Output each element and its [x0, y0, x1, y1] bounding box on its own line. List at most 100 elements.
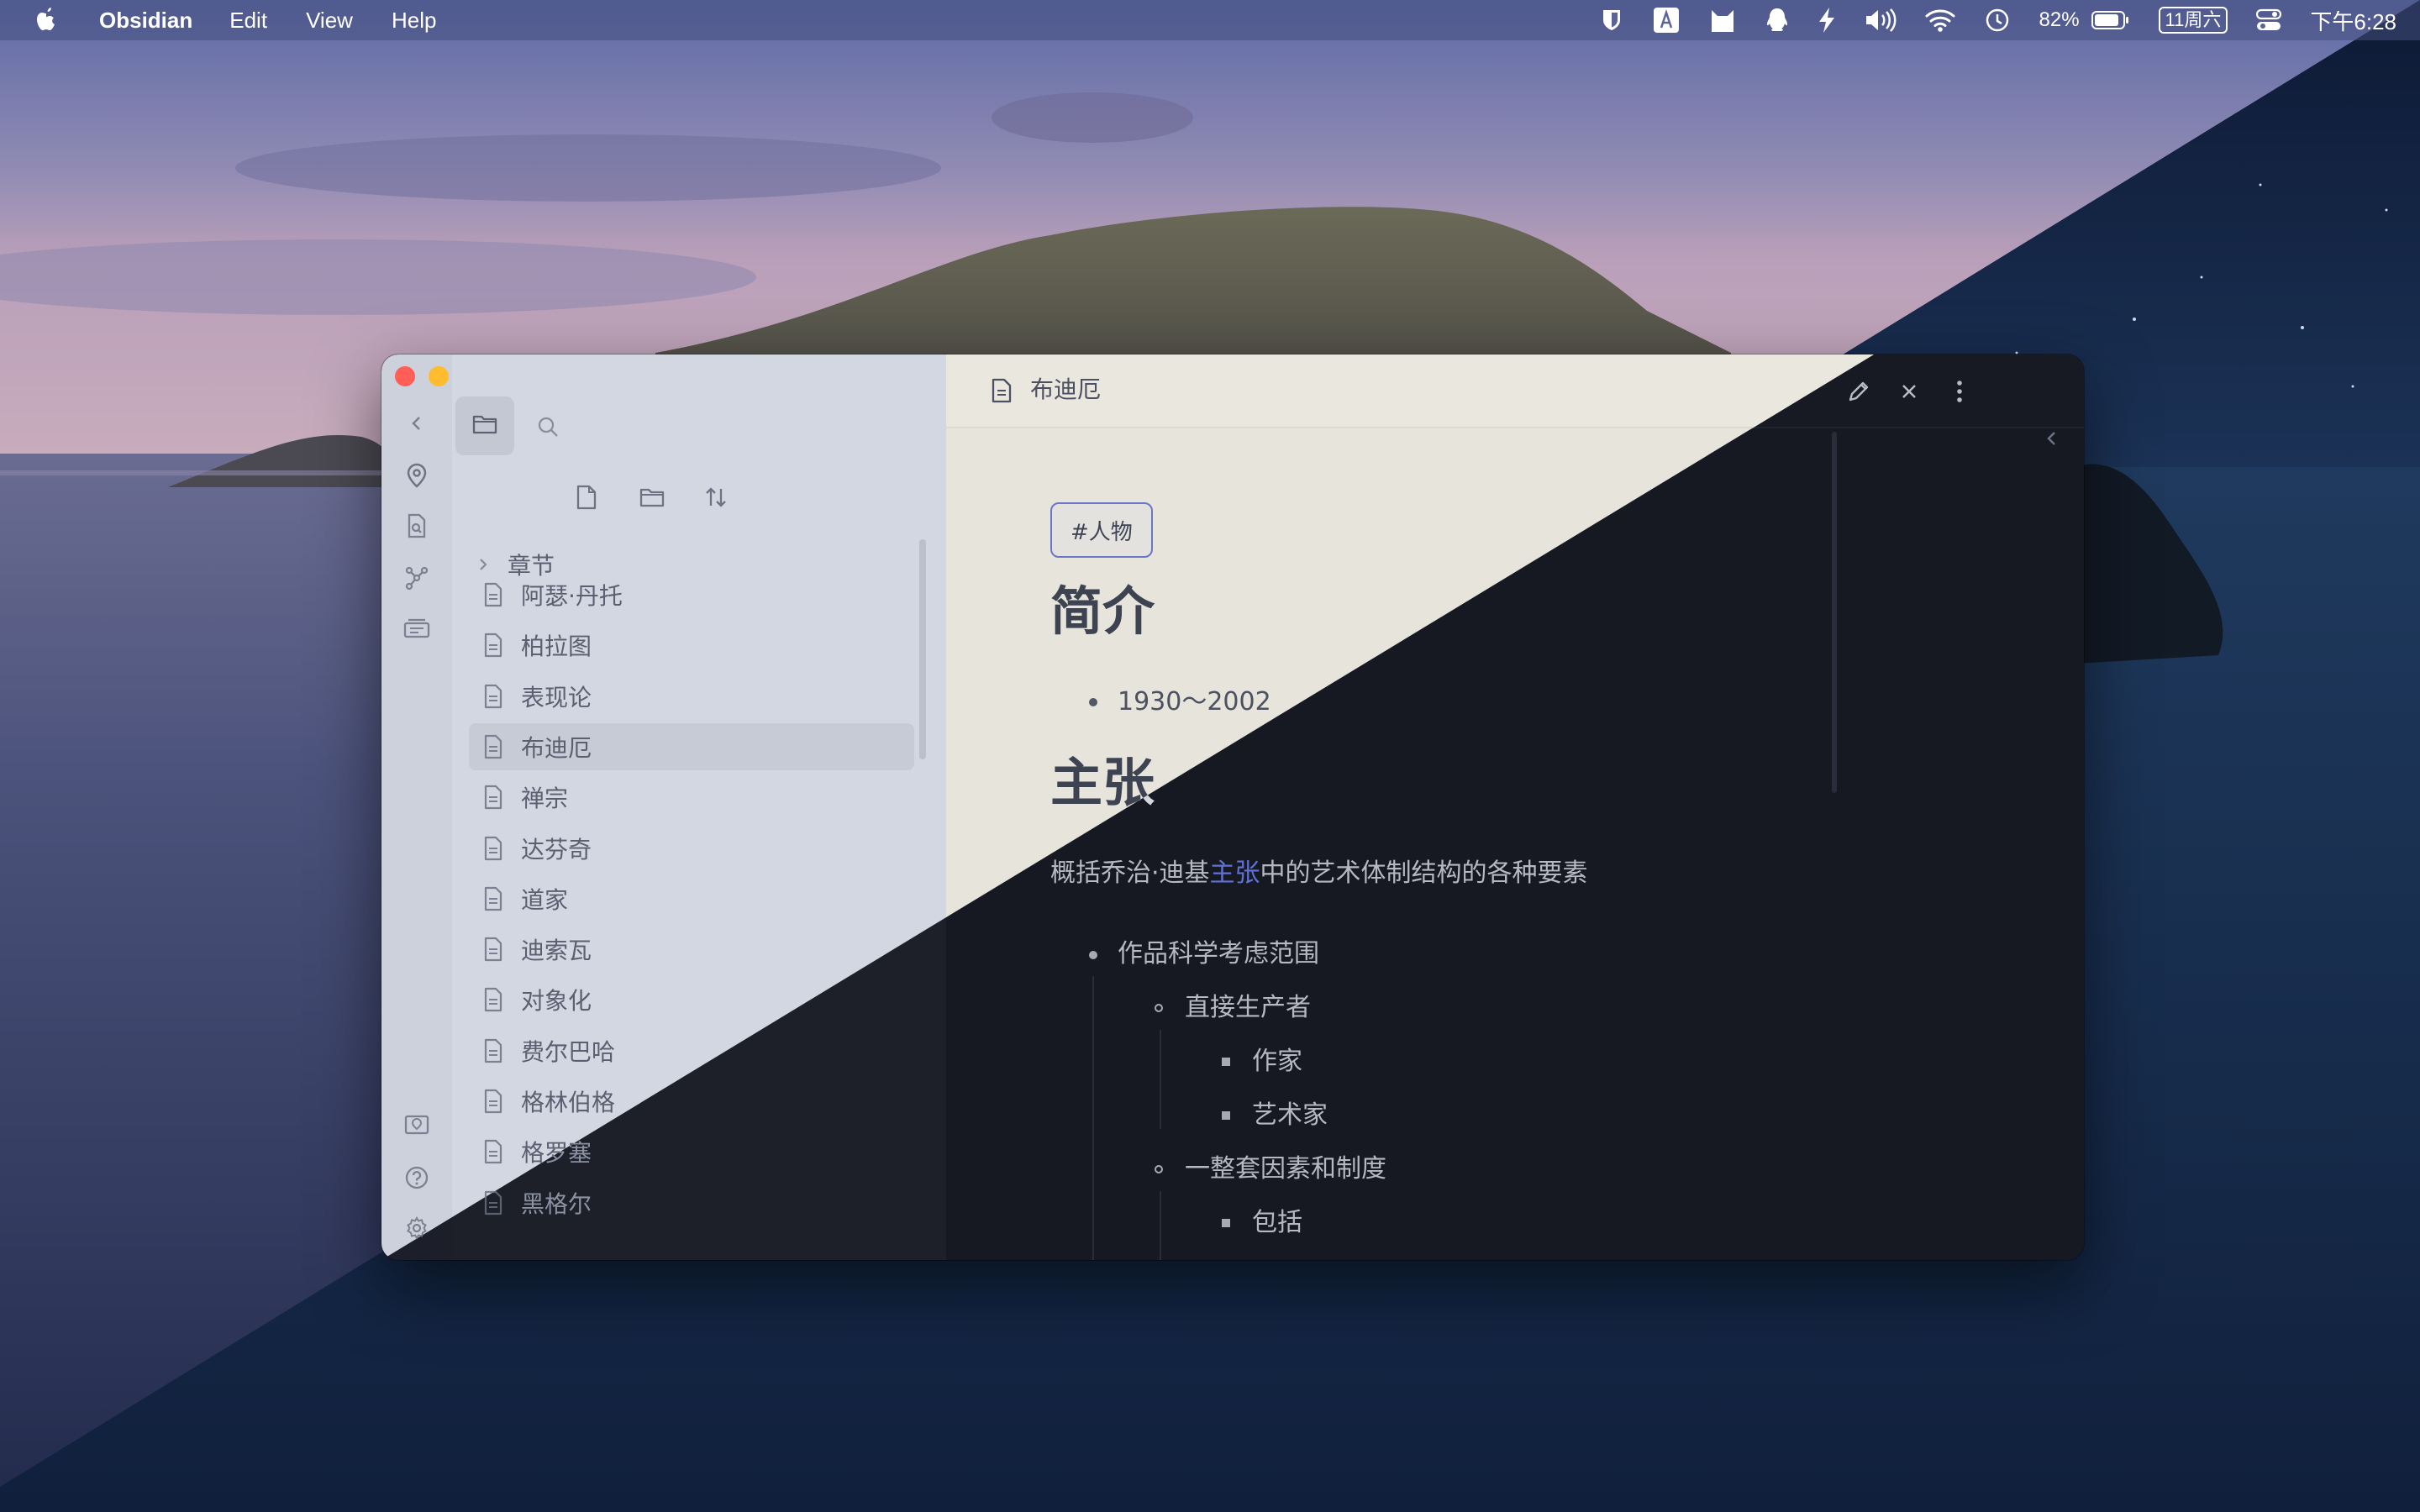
file-label: 柏拉图: [521, 633, 592, 661]
edit-menu[interactable]: Edit: [229, 8, 267, 34]
file-label: 迪索瓦: [521, 937, 592, 965]
menu-bar: Obsidian Edit View Help 82% 11周六 下午6:28: [0, 0, 2420, 40]
control-center-icon[interactable]: [2256, 0, 2282, 40]
file-icon: [477, 780, 509, 814]
cat-icon[interactable]: [1708, 0, 1737, 40]
file-label: 道家: [521, 885, 569, 914]
list-bullet: [1155, 1004, 1163, 1012]
file-label: 布迪厄: [521, 733, 592, 762]
paragraph-text: 概括乔治·迪基: [1050, 858, 1210, 888]
search-file-icon[interactable]: [400, 509, 434, 543]
ribbon: [381, 354, 482, 1260]
search-icon[interactable]: [531, 410, 565, 444]
file-icon: [477, 882, 509, 916]
list-item: 包括: [1252, 1208, 1302, 1237]
file-item[interactable]: 禅宗: [469, 774, 914, 821]
list-item: 一整套因素和制度: [1185, 1154, 1386, 1184]
file-item[interactable]: 表现论: [469, 673, 914, 720]
sort-icon[interactable]: [699, 480, 733, 514]
file-explorer-tab[interactable]: [455, 396, 514, 455]
close-icon[interactable]: [1892, 375, 1926, 408]
minimize-window-button[interactable]: [429, 366, 449, 386]
indent-guide: [1160, 1191, 1161, 1260]
file-item[interactable]: 达芬奇: [469, 825, 914, 872]
date-badge[interactable]: 11周六: [2158, 7, 2228, 34]
file-icon: [477, 983, 509, 1016]
edit-icon[interactable]: [1842, 375, 1876, 408]
file-icon: [477, 832, 509, 865]
help-icon[interactable]: [400, 1161, 434, 1194]
obsidian-window: 阿瑟·丹托柏拉图表现论布迪厄禅宗达芬奇道家迪索瓦对象化费尔巴哈格林伯格格罗塞黑格…: [381, 354, 2084, 1260]
file-label: 禅宗: [521, 785, 569, 813]
menubar-clock[interactable]: 下午6:28: [2310, 5, 2396, 36]
list-item: 直接生产者: [1185, 993, 1311, 1022]
file-label: 阿瑟·丹托: [521, 582, 623, 610]
file-icon: [477, 628, 509, 662]
file-icon: [477, 578, 509, 612]
graph-icon[interactable]: [400, 561, 434, 595]
list-item: 作品科学考虑范围: [1118, 939, 1319, 969]
help-menu[interactable]: Help: [392, 8, 436, 34]
file-item[interactable]: 道家: [469, 875, 914, 922]
battery-icon[interactable]: [2091, 0, 2130, 40]
volume-icon[interactable]: [1865, 0, 1897, 40]
heading-intro: 简介: [1050, 580, 1155, 642]
file-icon: [477, 730, 509, 764]
file-item[interactable]: 黑格尔: [469, 1179, 914, 1226]
paragraph-text: 中的艺术体制结构的各种要素: [1260, 858, 1588, 888]
expand-right-sidebar-icon[interactable]: [2035, 422, 2069, 455]
apple-menu-icon[interactable]: [34, 6, 62, 34]
list-bullet: [1222, 1219, 1230, 1227]
bolt-icon[interactable]: [1818, 0, 1836, 40]
list-bullet: [1155, 1165, 1163, 1173]
file-label: 达芬奇: [521, 835, 592, 864]
tag-person[interactable]: #人物: [1050, 502, 1153, 558]
list-bullet: [1089, 698, 1097, 706]
file-label: 表现论: [521, 683, 592, 711]
wifi-icon[interactable]: [1925, 0, 1955, 40]
view-menu[interactable]: View: [306, 8, 353, 34]
app-menu[interactable]: Obsidian: [99, 8, 192, 34]
indent-guide: [1092, 976, 1094, 1260]
qq-icon[interactable]: [1765, 0, 1789, 40]
sidebar-scrollbar[interactable]: [919, 539, 926, 759]
close-window-button[interactable]: [395, 366, 415, 386]
list-bullet: [1222, 1058, 1230, 1066]
list-item: 作家: [1252, 1047, 1302, 1076]
file-label: 费尔巴哈: [521, 1037, 616, 1066]
indent-guide: [1160, 1030, 1161, 1129]
file-icon: [477, 1084, 509, 1118]
note-title: 布迪厄: [1030, 375, 1102, 403]
input-method-icon[interactable]: [1653, 0, 1680, 40]
vault-icon[interactable]: [400, 1109, 434, 1142]
battery-percent: 82%: [2039, 8, 2080, 31]
file-label: 对象化: [521, 987, 592, 1016]
bitwarden-icon[interactable]: [1599, 0, 1624, 40]
editor-scrollbar[interactable]: [1832, 432, 1837, 793]
file-icon: [477, 1135, 509, 1168]
list-bullet: [1222, 1111, 1230, 1120]
file-icon: [477, 932, 509, 966]
new-folder-icon[interactable]: [635, 480, 669, 514]
file-icon: [477, 1034, 509, 1068]
folder-icon: [472, 413, 497, 438]
list-bullet: [1089, 951, 1097, 959]
file-item[interactable]: 布迪厄: [469, 722, 914, 770]
more-options-icon[interactable]: [1943, 375, 1976, 408]
list-item: 艺术家: [1252, 1100, 1328, 1130]
file-item[interactable]: 柏拉图: [469, 622, 914, 669]
file-item[interactable]: 迪索瓦: [469, 926, 914, 973]
collapse-icon[interactable]: [400, 407, 434, 440]
document-icon: [986, 375, 1017, 407]
paragraph-claim: 概括乔治·迪基主张中的艺术体制结构的各种要素: [1050, 855, 1588, 892]
file-label: 黑格尔: [521, 1189, 592, 1218]
file-icon: [477, 680, 509, 713]
chevron-right-icon: [477, 556, 489, 573]
new-note-icon[interactable]: [570, 480, 603, 514]
file-item[interactable]: 阿瑟·丹托: [469, 571, 914, 618]
location-icon[interactable]: [400, 459, 434, 492]
file-label: 格林伯格: [521, 1089, 616, 1116]
time-machine-icon[interactable]: [1984, 0, 2011, 40]
slides-icon[interactable]: [400, 612, 434, 645]
internal-link[interactable]: 主张: [1210, 858, 1260, 888]
